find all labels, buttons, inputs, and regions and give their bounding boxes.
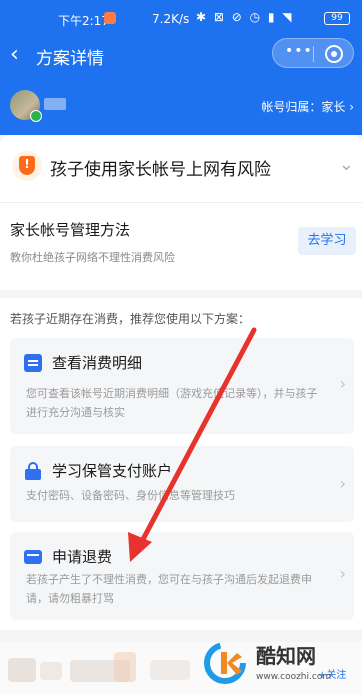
back-icon[interactable]: ‹	[10, 42, 19, 68]
option-title: 学习保管支付账户	[52, 462, 173, 480]
nickname-blurred	[44, 98, 66, 110]
blurred-avatar	[8, 658, 36, 682]
option-desc: 您可查看该帐号近期消费明细（游戏充值记录等），并与孩子进行充分沟通与核实	[26, 387, 318, 419]
option-desc: 若孩子产生了不理性消费，您可在与孩子沟通后发起退费申请，请勿粗暴打骂	[26, 573, 312, 605]
section-divider	[0, 290, 362, 298]
card-icon	[24, 550, 42, 564]
option-view-consumption[interactable]: 查看消费明细 您可查看该帐号近期消费明细（游戏充值记录等），并与孩子进行充分沟通…	[10, 338, 354, 434]
nav-bar: ‹ 方案详情 •••	[0, 36, 362, 78]
blurred-content	[150, 660, 190, 680]
blurred-content	[114, 652, 136, 682]
option-title: 申请退费	[52, 548, 113, 566]
notification-icon	[104, 12, 116, 24]
option-desc: 支付密码、设备密码、身份信息等管理技巧	[26, 489, 235, 502]
battery-icon: 99	[324, 12, 350, 25]
method-title: 家长帐号管理方法	[10, 221, 131, 239]
chevron-right-icon: ›	[349, 100, 354, 114]
status-bar: 下午2:17 7.2K/s ✱ ⊠ ⊘ ◷ ▮ ◥ 99	[0, 0, 362, 36]
more-icon[interactable]: •••	[285, 43, 313, 59]
warning-shield-icon	[12, 151, 42, 181]
learn-button[interactable]: 去学习	[298, 227, 356, 255]
system-icons: ✱ ⊠ ⊘ ◷ ▮ ◥	[196, 10, 294, 24]
chevron-right-icon: ›	[339, 564, 346, 583]
watermark-name: 酷知网	[256, 644, 316, 668]
chevron-right-icon: ›	[339, 474, 346, 493]
recommendation-intro: 若孩子近期存在消费，推荐您使用以下方案：	[10, 312, 251, 326]
status-time: 下午2:17	[58, 14, 109, 28]
page-title: 方案详情	[36, 49, 104, 69]
divider	[0, 202, 362, 203]
lock-icon	[24, 462, 42, 480]
avatar	[10, 90, 42, 122]
blurred-content	[40, 662, 62, 680]
capsule-divider	[313, 46, 314, 62]
option-apply-refund[interactable]: 申请退费 若孩子产生了不理性消费，您可在与孩子沟通后发起退费申请，请勿粗暴打骂 …	[10, 532, 354, 620]
option-title: 查看消费明细	[52, 354, 143, 372]
chevron-down-icon[interactable]: ⌄	[339, 154, 354, 175]
miniprogram-capsule: •••	[272, 38, 354, 68]
watermark-logo	[204, 642, 246, 684]
close-miniprogram-icon[interactable]	[325, 45, 343, 63]
risk-title: 孩子使用家长帐号上网有风险	[50, 160, 271, 180]
document-icon	[24, 354, 42, 372]
option-secure-payment[interactable]: 学习保管支付账户 支付密码、设备密码、身份信息等管理技巧 ›	[10, 446, 354, 522]
account-owner-label: 帐号归属：家长	[261, 100, 346, 114]
account-owner[interactable]: 帐号归属：家长 ›	[261, 98, 354, 115]
watermark-url: www.coozhi.com	[256, 672, 332, 682]
wechat-badge-icon	[30, 110, 42, 122]
method-subtitle: 教你杜绝孩子网络不理性消费风险	[10, 251, 175, 264]
chevron-right-icon: ›	[339, 374, 346, 393]
network-speed: 7.2K/s	[152, 12, 190, 26]
